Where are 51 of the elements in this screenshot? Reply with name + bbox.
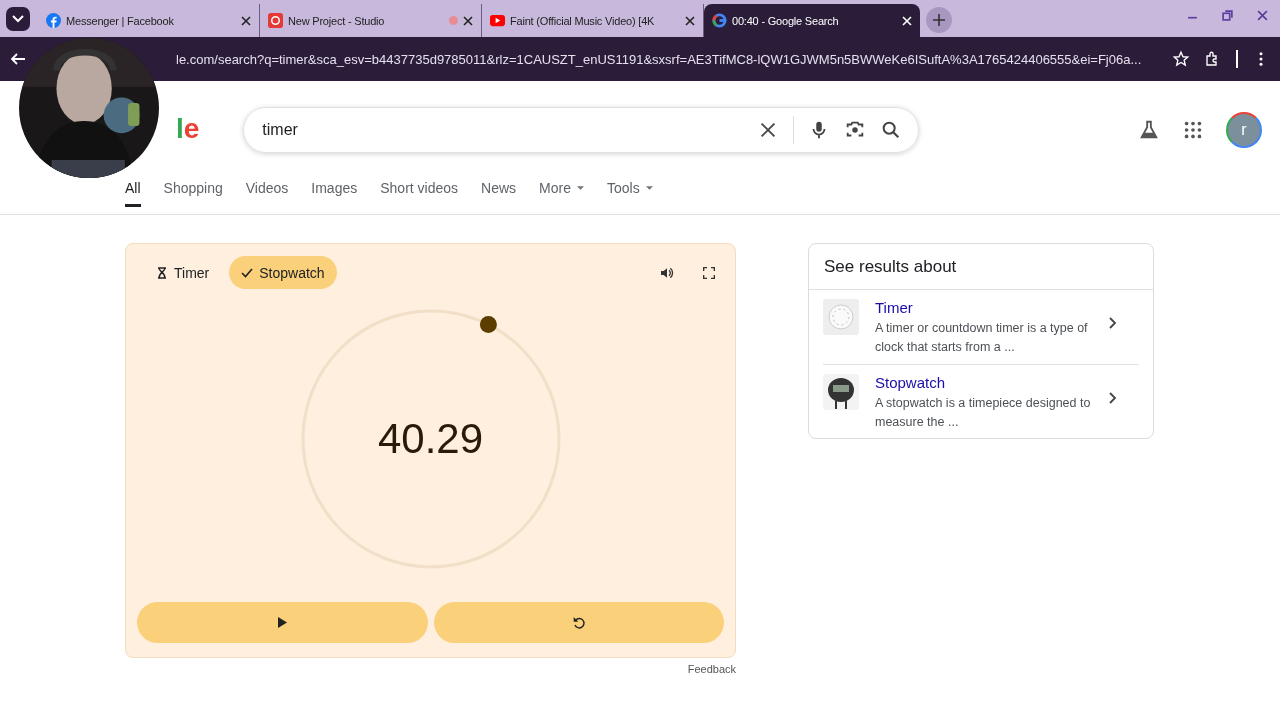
checkmark-icon — [241, 266, 254, 279]
fullscreen-icon[interactable] — [701, 264, 717, 281]
result-description: A timer or countdown timer is a type of clock that starts from a ... — [875, 320, 1089, 356]
related-result[interactable]: Timer A timer or countdown timer is a type of clock that starts from a ... — [823, 290, 1139, 365]
feedback-link[interactable]: Feedback — [687, 663, 736, 675]
search-tab[interactable]: Tools — [606, 180, 653, 207]
related-result[interactable]: Stopwatch A stopwatch is a timepiece designed to measure the ... — [823, 365, 1139, 439]
new-tab-button[interactable] — [926, 7, 952, 33]
restore-icon[interactable] — [1222, 10, 1233, 21]
tab-title: Faint (Official Music Video) [4K — [510, 14, 656, 27]
chevron-right-icon — [1109, 317, 1117, 329]
result-description: A stopwatch is a timepiece designed to measure the ... — [875, 395, 1092, 431]
progress-dot — [479, 316, 497, 334]
google-icon — [712, 13, 727, 28]
chevron-down-icon — [12, 15, 24, 23]
search-tab[interactable]: News — [481, 180, 517, 207]
stopwatch-thumbnail — [823, 374, 859, 410]
star-icon[interactable] — [1172, 50, 1190, 68]
close-icon[interactable] — [463, 15, 473, 26]
search-tab[interactable]: More — [539, 180, 584, 207]
back-arrow-icon[interactable] — [10, 51, 26, 67]
studio-icon — [268, 13, 283, 28]
chevron-right-icon — [1109, 392, 1117, 404]
logo[interactable]: le — [176, 113, 200, 145]
close-icon[interactable] — [241, 15, 251, 26]
search-tab[interactable]: All — [125, 180, 141, 207]
apps-grid-icon[interactable] — [1182, 119, 1204, 141]
mode-chip[interactable]: Timer — [144, 256, 222, 289]
elapsed-time: 40.29 — [377, 415, 484, 463]
youtube-icon — [490, 13, 505, 28]
search-tab[interactable]: Images — [311, 180, 358, 207]
timer-thumbnail — [823, 299, 859, 335]
tab-title: 00:40 - Google Search — [732, 14, 840, 27]
result-title[interactable]: Timer — [875, 299, 1093, 316]
tab-search-button[interactable] — [6, 7, 30, 31]
flask-icon[interactable] — [1138, 119, 1160, 141]
tab-title: New Project - Studio — [288, 14, 386, 27]
panel-title: See results about — [809, 244, 1153, 290]
plus-icon — [933, 14, 945, 26]
search-tab[interactable]: Short videos — [380, 180, 459, 207]
browser-tab[interactable]: 00:40 - Google Search — [704, 4, 920, 37]
hourglass-icon — [156, 266, 168, 279]
search-tab[interactable]: Shopping — [163, 180, 223, 207]
mode-chip[interactable]: Stopwatch — [229, 256, 337, 289]
tab-title: Messenger | Facebook — [66, 14, 175, 27]
search-tab[interactable]: Videos — [245, 180, 289, 207]
close-icon[interactable] — [685, 15, 695, 26]
facebook-icon — [46, 13, 61, 28]
play-icon — [277, 617, 288, 628]
result-title[interactable]: Stopwatch — [875, 374, 1093, 391]
start-button[interactable] — [137, 602, 428, 643]
